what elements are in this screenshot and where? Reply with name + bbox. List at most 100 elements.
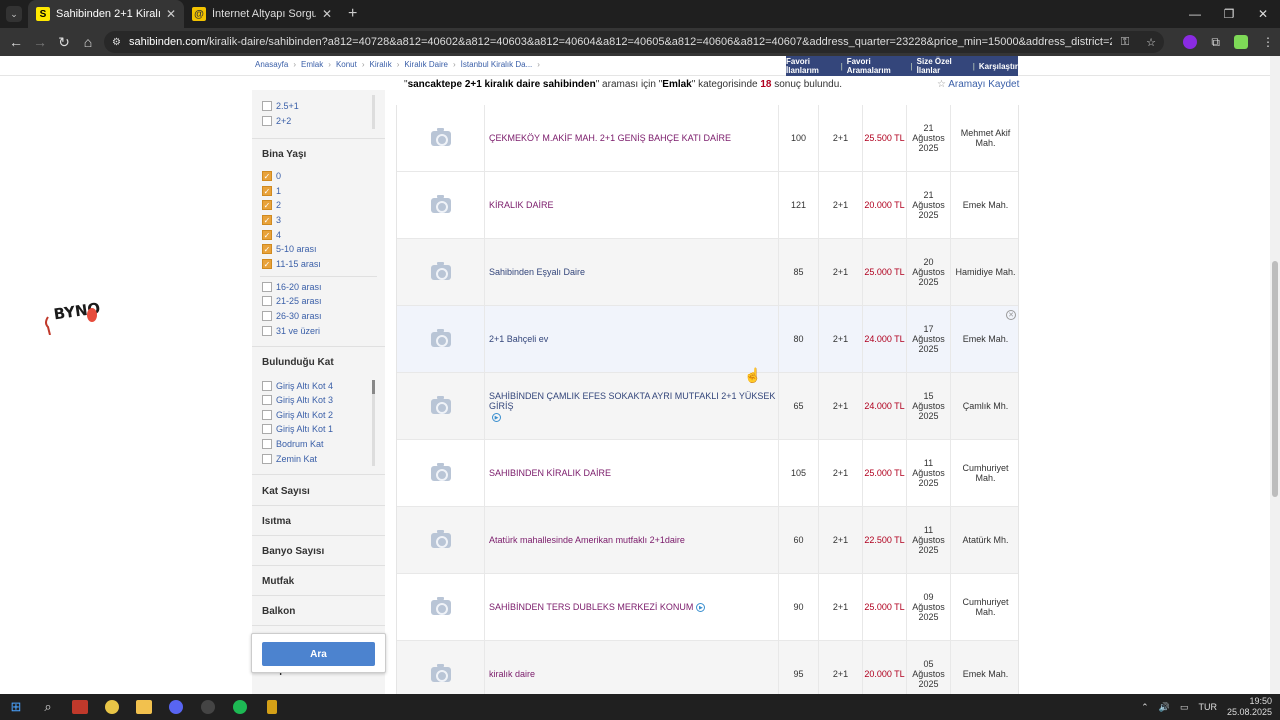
filter-bina-yasi-21-25[interactable]: 21-25 arası — [262, 296, 322, 306]
site-info-icon[interactable]: ⚙ — [112, 37, 121, 48]
close-window-icon[interactable]: ✕ — [1246, 0, 1280, 28]
app-icon[interactable] — [256, 694, 288, 720]
volume-icon[interactable]: 🔊 — [1159, 702, 1170, 713]
bina-yasi-heading[interactable]: Bina Yaşı — [262, 149, 306, 160]
checkbox[interactable] — [262, 296, 272, 306]
bookmark-star-icon[interactable]: ☆ — [1138, 36, 1164, 49]
checkbox[interactable] — [262, 439, 272, 449]
obs-icon[interactable] — [192, 694, 224, 720]
checkbox[interactable] — [262, 424, 272, 434]
special-listings-link[interactable]: Size Özel İlanlar — [917, 57, 969, 75]
home-icon[interactable]: ⌂ — [76, 34, 100, 50]
checkbox-checked[interactable]: ✓ — [262, 186, 272, 196]
checkbox-checked[interactable]: ✓ — [262, 215, 272, 225]
checkbox[interactable] — [262, 454, 272, 464]
table-row[interactable]: 2+1 Bahçeli ev 80 2+1 24.000 TL 17 Ağusto… — [397, 305, 1018, 373]
filter-bina-yasi-1[interactable]: ✓ 1 — [262, 186, 281, 196]
table-row[interactable]: KİRALIK DAİRE 121 2+1 20.000 TL 21 Ağusto… — [397, 171, 1018, 239]
windows-start-icon[interactable]: ⊞ — [0, 694, 32, 720]
extension-icon[interactable] — [1183, 35, 1198, 49]
mutfak-heading[interactable]: Mutfak — [262, 576, 294, 587]
new-tab-plus-icon[interactable]: + — [348, 5, 357, 23]
restore-icon[interactable]: ❐ — [1212, 0, 1246, 28]
table-row[interactable]: SAHİBİNDEN ÇAMLIK EFES SOKAKTA AYRI MUTF… — [397, 372, 1018, 440]
page-scrollbar-thumb[interactable] — [1272, 261, 1278, 497]
listing-title[interactable]: 2+1 Bahçeli ev — [485, 305, 779, 373]
checkbox-checked[interactable]: ✓ — [262, 244, 272, 254]
search-button[interactable]: Ara — [262, 642, 375, 666]
filter-room-2+2[interactable]: 2+2 — [262, 116, 291, 126]
tab-sahibinden[interactable]: S Sahibinden 2+1 Kiralık Daire Fiyatları… — [28, 0, 184, 28]
filter-bina-yasi-2[interactable]: ✓ 2 — [262, 200, 281, 210]
minimize-icon[interactable]: — — [1178, 0, 1212, 28]
favorite-searches-link[interactable]: Favori Aramalarım — [847, 57, 907, 75]
tab-internet-altyapi[interactable]: @ İnternet Altyapı Sorgulama & Fiber ✕ — [184, 0, 340, 28]
listing-title[interactable]: SAHİBİNDEN TERS DUBLEKS MERKEZİ KONUM ▶ — [485, 573, 779, 641]
language-indicator[interactable]: TUR — [1198, 702, 1217, 712]
hide-listing-icon[interactable]: ✕ — [1006, 310, 1016, 320]
back-arrow-icon[interactable]: ← — [4, 34, 28, 50]
filter-kat-giris-alti-kot-3[interactable]: Giriş Altı Kot 3 — [262, 395, 333, 405]
checkbox-checked[interactable]: ✓ — [262, 230, 272, 240]
table-row[interactable]: Sahibinden Eşyalı Daire 85 2+1 25.000 TL… — [397, 238, 1018, 306]
checkbox[interactable] — [262, 410, 272, 420]
listing-title[interactable]: KİRALIK DAİRE — [485, 171, 779, 239]
checkbox-checked[interactable]: ✓ — [262, 171, 272, 181]
bulundugu-kat-heading[interactable]: Bulunduğu Kat — [262, 357, 334, 368]
key-icon[interactable]: ⚿ — [1112, 36, 1138, 49]
breadcrumb-item[interactable]: Emlak — [301, 60, 323, 69]
compare-link[interactable]: Karşılaştır — [979, 62, 1018, 71]
listing-title[interactable]: SAHİBİNDEN ÇAMLIK EFES SOKAKTA AYRI MUTF… — [485, 372, 779, 440]
filter-bina-yasi-3[interactable]: ✓ 3 — [262, 215, 281, 225]
close-tab-icon[interactable]: ✕ — [322, 7, 332, 21]
listing-title[interactable]: kiralık daire — [485, 640, 779, 694]
listing-thumbnail[interactable] — [397, 573, 485, 641]
banyo-sayisi-heading[interactable]: Banyo Sayısı — [262, 546, 324, 557]
taskbar-app-news-icon[interactable] — [64, 694, 96, 720]
listing-title[interactable]: SAHIBINDEN KİRALIK DAİRE — [485, 439, 779, 507]
checkbox[interactable] — [262, 381, 272, 391]
breadcrumb-item[interactable]: Anasayfa — [255, 60, 288, 69]
table-row[interactable]: kiralık daire 95 2+1 20.000 TL 05 Ağustos… — [397, 640, 1018, 694]
filter-kat-bodrum[interactable]: Bodrum Kat — [262, 439, 324, 449]
tab-search-icon[interactable]: ⌄ — [6, 6, 22, 22]
filter-bina-yasi-5-10[interactable]: ✓ 5-10 arası — [262, 244, 317, 254]
listing-thumbnail[interactable] — [397, 640, 485, 694]
breadcrumb-item[interactable]: Kiralık Daire — [404, 60, 448, 69]
forward-arrow-icon[interactable]: → — [28, 34, 52, 50]
kat-sayisi-heading[interactable]: Kat Sayısı — [262, 486, 310, 497]
room-filter-scrolltrack[interactable] — [372, 95, 375, 129]
checkbox[interactable] — [262, 282, 272, 292]
listing-title[interactable]: Sahibinden Eşyalı Daire — [485, 238, 779, 306]
breadcrumb-item[interactable]: Konut — [336, 60, 357, 69]
table-row[interactable]: SAHİBİNDEN TERS DUBLEKS MERKEZİ KONUM ▶ 9… — [397, 573, 1018, 641]
filter-bina-yasi-16-20[interactable]: 16-20 arası — [262, 282, 322, 292]
checkbox-checked[interactable]: ✓ — [262, 259, 272, 269]
checkbox[interactable] — [262, 311, 272, 321]
listing-thumbnail[interactable] — [397, 305, 485, 373]
checkbox[interactable] — [262, 101, 272, 111]
save-search-link[interactable]: ☆ Aramayı Kaydet — [937, 79, 1019, 90]
spotify-icon[interactable] — [224, 694, 256, 720]
url-field[interactable]: ⚙ sahibinden.com/kiralik-daire/sahibinde… — [104, 31, 1164, 53]
listing-thumbnail[interactable] — [397, 105, 485, 172]
checkbox[interactable] — [262, 116, 272, 126]
filter-kat-giris-alti-kot-4[interactable]: Giriş Altı Kot 4 — [262, 381, 333, 391]
breadcrumb-item[interactable]: İstanbul Kiralık Da... — [461, 60, 533, 69]
chrome-icon[interactable] — [96, 694, 128, 720]
table-row[interactable]: Atatürk mahallesinde Amerikan mutfaklı 2… — [397, 506, 1018, 574]
filter-bina-yasi-11-15[interactable]: ✓ 11-15 arası — [262, 259, 321, 269]
favorite-listings-link[interactable]: Favori İlanlarım — [786, 57, 836, 75]
filter-kat-giris-alti-kot-1[interactable]: Giriş Altı Kot 1 — [262, 424, 333, 434]
filter-bina-yasi-31-plus[interactable]: 31 ve üzeri — [262, 326, 320, 336]
discord-icon[interactable] — [160, 694, 192, 720]
checkbox[interactable] — [262, 326, 272, 336]
table-row[interactable]: ÇEKMEKÖY M.AKİF MAH. 2+1 GENİŞ BAHÇE KAT… — [397, 105, 1018, 172]
filter-kat-zemin[interactable]: Zemin Kat — [262, 454, 317, 464]
listing-title[interactable]: ÇEKMEKÖY M.AKİF MAH. 2+1 GENİŞ BAHÇE KAT… — [485, 105, 779, 172]
isitma-heading[interactable]: Isıtma — [262, 516, 291, 527]
browser-menu-icon[interactable]: ⋮ — [1262, 35, 1274, 49]
table-row[interactable]: SAHIBINDEN KİRALIK DAİRE 105 2+1 25.000 … — [397, 439, 1018, 507]
balkon-heading[interactable]: Balkon — [262, 606, 295, 617]
filter-bina-yasi-4[interactable]: ✓ 4 — [262, 230, 281, 240]
